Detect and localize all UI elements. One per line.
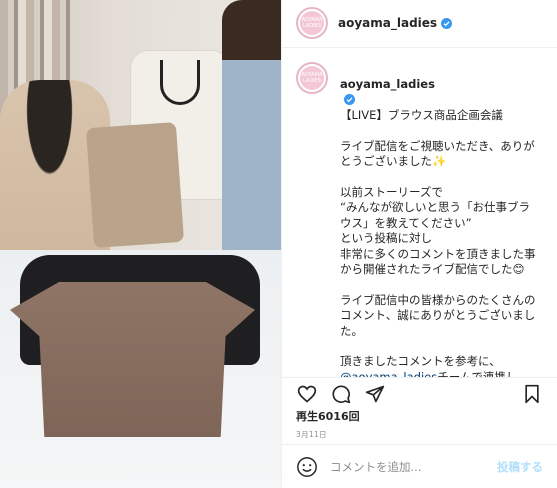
brown-blouse bbox=[10, 282, 255, 437]
comment-input[interactable] bbox=[330, 459, 497, 474]
avatar-logo: AOYAMA LADIES bbox=[300, 11, 324, 36]
caption-avatar[interactable]: AOYAMA LADIES bbox=[296, 61, 328, 94]
action-bar bbox=[282, 378, 557, 410]
bookmark-icon[interactable] bbox=[521, 383, 543, 405]
caption-title: 【LIVE】ブラウス商品企画会議 bbox=[340, 108, 503, 122]
post-comment-button[interactable]: 投稿する bbox=[497, 459, 543, 475]
verified-badge-icon bbox=[441, 17, 453, 29]
avatar-logo: AOYAMA LADIES bbox=[300, 65, 324, 90]
mannequin-neck bbox=[172, 15, 190, 55]
heart-icon[interactable] bbox=[296, 383, 318, 405]
caption-paragraph-1: ライブ配信をご視聴いただき、ありがとうございました✨ bbox=[340, 139, 536, 170]
verified-badge-icon bbox=[344, 93, 355, 105]
caption-paragraph-3: ライブ配信中の皆様からのたくさんのコメント、誠にありがとうございました。 bbox=[340, 292, 536, 338]
post-date[interactable]: 3月11日 bbox=[282, 425, 557, 444]
sparkle-icon: ✨ bbox=[432, 154, 447, 168]
view-count[interactable]: 再生6016回 bbox=[282, 409, 557, 425]
caption-paragraph-4-prefix: 頂きましたコメントを参考に、 bbox=[340, 354, 501, 368]
presenter-right bbox=[222, 0, 281, 270]
comment-form: 投稿する bbox=[282, 444, 557, 488]
mannequin-collar bbox=[160, 60, 200, 105]
smile-emoji-icon: 😊 bbox=[512, 262, 525, 276]
caption-text: aoyama_ladies 【LIVE】ブラウス商品企画会議 ライブ配信をご視聴… bbox=[340, 62, 536, 377]
avatar[interactable]: AOYAMA LADIES bbox=[296, 7, 328, 40]
caption-paragraph-2: 以前ストーリーズで “みんなが欲しいと思う「お仕事ブラウス」を教えてください” … bbox=[340, 185, 536, 278]
caption-row: AOYAMA LADIES aoyama_ladies 【LIVE】ブラウス商品… bbox=[296, 61, 543, 377]
caption-area: AOYAMA LADIES aoyama_ladies 【LIVE】ブラウス商品… bbox=[282, 48, 557, 378]
instagram-post: AOYAMA LADIES aoyama_ladies AOYAMA LADIE… bbox=[0, 0, 557, 488]
held-blouse bbox=[85, 122, 185, 248]
comment-icon[interactable] bbox=[330, 383, 352, 405]
mention-link[interactable]: @aoyama_ladies bbox=[340, 370, 437, 377]
post-photo[interactable] bbox=[0, 0, 281, 488]
caption-paragraph-4: 頂きましたコメントを参考に、@aoyama_ladiesチームで連携し、商 bbox=[340, 354, 536, 377]
post-side-panel: AOYAMA LADIES aoyama_ladies AOYAMA LADIE… bbox=[281, 0, 557, 488]
caption-title-line: aoyama_ladies 【LIVE】ブラウス商品企画会議 bbox=[340, 62, 536, 124]
paper-plane-icon[interactable] bbox=[364, 383, 386, 405]
post-header: AOYAMA LADIES aoyama_ladies bbox=[282, 0, 557, 48]
smiley-icon[interactable] bbox=[296, 456, 318, 478]
header-username[interactable]: aoyama_ladies bbox=[338, 16, 437, 30]
caption-paragraph-2-text: 以前ストーリーズで “みんなが欲しいと思う「お仕事ブラウス」を教えてください” … bbox=[340, 184, 536, 277]
caption-username[interactable]: aoyama_ladies bbox=[340, 77, 435, 91]
